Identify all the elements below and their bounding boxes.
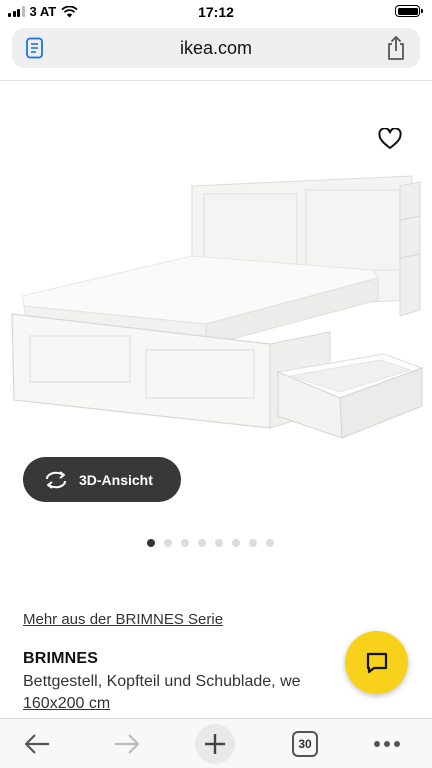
product-image[interactable]	[0, 110, 432, 450]
back-arrow-icon	[24, 734, 49, 754]
new-tab-button[interactable]	[195, 724, 235, 764]
product-description: Bettgestell, Kopfteil und Schublade, we	[23, 673, 301, 690]
clock: 17:12	[198, 4, 234, 20]
heart-icon[interactable]	[378, 128, 402, 150]
carousel-dot[interactable]	[249, 539, 257, 547]
tabs-button[interactable]: 30	[290, 729, 320, 759]
browser-toolbar: 30	[0, 718, 432, 768]
forward-button[interactable]	[112, 729, 142, 759]
carousel-dot[interactable]	[266, 539, 274, 547]
product-name: BRIMNES	[23, 650, 99, 667]
address-bar[interactable]: ikea.com	[12, 28, 420, 68]
chat-icon	[366, 652, 387, 673]
more-button[interactable]	[372, 729, 402, 759]
carousel-dot[interactable]	[232, 539, 240, 547]
carousel-dot[interactable]	[198, 539, 206, 547]
carousel-dot[interactable]	[164, 539, 172, 547]
carousel-dot[interactable]	[215, 539, 223, 547]
product-size-link[interactable]: 160x200 cm	[23, 695, 110, 713]
url-text[interactable]: ikea.com	[12, 38, 420, 59]
image-carousel-dots[interactable]	[147, 539, 274, 547]
battery-icon	[395, 5, 423, 17]
header-divider	[0, 80, 432, 81]
plus-icon	[205, 734, 225, 754]
carousel-dot[interactable]	[147, 539, 155, 547]
view-3d-button[interactable]: 3D-Ansicht	[23, 457, 181, 502]
status-bar: 3 AT 17:12	[0, 0, 432, 24]
tab-count: 30	[292, 731, 318, 757]
view-3d-label: 3D-Ansicht	[79, 471, 153, 488]
more-dots-icon	[374, 741, 400, 747]
rotate-3d-icon	[46, 470, 66, 489]
back-button[interactable]	[22, 729, 52, 759]
chat-button[interactable]	[345, 631, 408, 694]
series-link[interactable]: Mehr aus der BRIMNES Serie	[23, 611, 223, 628]
forward-arrow-icon	[115, 734, 140, 754]
share-icon[interactable]	[384, 35, 408, 61]
carousel-dot[interactable]	[181, 539, 189, 547]
